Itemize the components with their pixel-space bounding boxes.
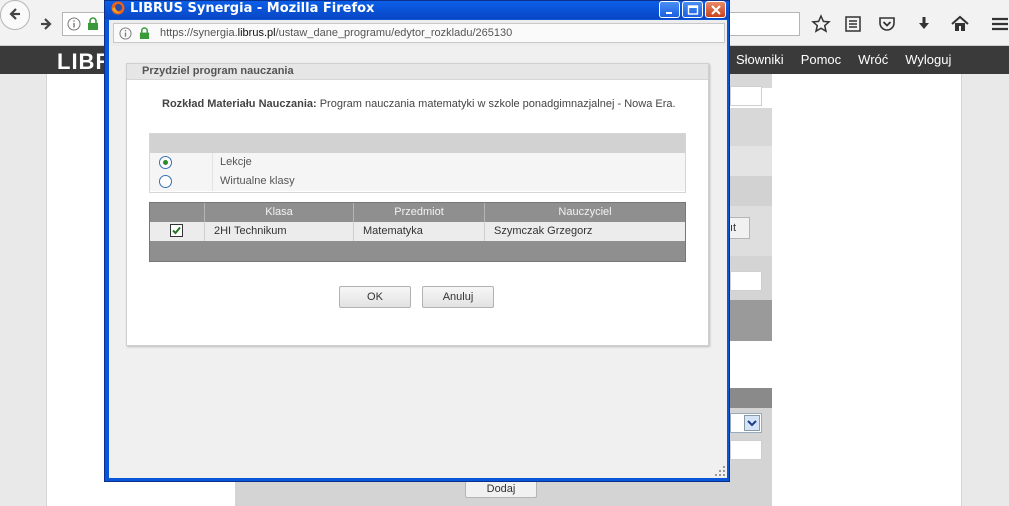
site-nav-links: Słowniki Pomoc Wróć Wyloguj [736,52,951,67]
radio-option-wirtualne-klasy[interactable]: Wirtualne klasy [150,172,685,191]
star-icon[interactable] [811,14,833,34]
maximize-icon [687,5,699,15]
radio-label: Wirtualne klasy [220,175,295,187]
bg-panel-strip [730,146,772,176]
table-row[interactable]: 2HI Technikum Matematyka Szymczak Grzego… [150,222,685,241]
nav-item-slowniki[interactable]: Słowniki [736,52,784,67]
cell-przedmiot: Matematyka [363,225,423,237]
bg-partial-button[interactable]: ıt [730,217,750,239]
nav-item-pomoc[interactable]: Pomoc [801,52,841,67]
arrow-left-icon [9,8,20,20]
download-icon[interactable] [914,14,936,34]
close-icon [711,5,721,15]
dialog-header: Przydziel program nauczania [127,64,708,80]
url-bar[interactable] [62,12,106,36]
popup-title: LIBRUS Synergia - Mozilla Firefox [130,1,375,16]
minimize-button[interactable] [659,1,680,18]
info-label: Rozkład Materiału Nauczania: [162,98,317,110]
dialog-info: Rozkład Materiału Nauczania: Program nau… [162,98,676,110]
ok-button[interactable]: OK [339,286,411,308]
back-button[interactable] [0,0,30,30]
bg-panel-strip [730,176,772,206]
assign-table: Klasa Przedmiot Nauczyciel 2HI Technikum… [149,202,686,262]
close-button[interactable] [705,1,726,18]
cell-nauczyciel: Szymczak Grzegorz [494,225,593,237]
forward-button[interactable] [38,10,60,38]
page-margin-right [962,74,1009,506]
nav-item-wyloguj[interactable]: Wyloguj [905,52,951,67]
table-header-select [150,203,204,222]
menu-icon[interactable] [990,14,1009,34]
lock-icon [88,17,98,30]
popup-url-row: https://synergia.librus.pl/ustaw_dane_pr… [109,20,727,46]
pocket-icon[interactable] [877,14,899,34]
radio-group-header [150,134,685,153]
mode-radio-group: Lekcje Wirtualne klasy [149,133,686,193]
checkmark-icon [172,226,181,235]
cell-klasa: 2HI Technikum [214,225,287,237]
popup-content: Przydziel program nauczania Rozkład Mate… [109,46,727,478]
table-header-przedmiot[interactable]: Przedmiot [354,203,484,222]
page-margin-left [0,74,46,506]
minimize-icon [666,12,672,14]
maximize-button[interactable] [682,1,703,18]
firefox-icon [111,1,125,15]
url-prefix: https://synergia. [160,27,238,39]
table-header-klasa[interactable]: Klasa [205,203,353,222]
popup-url-bar[interactable]: https://synergia.librus.pl/ustaw_dane_pr… [113,23,725,43]
bg-input-field[interactable] [730,86,762,106]
assign-program-dialog: Przydziel program nauczania Rozkład Mate… [126,63,709,346]
cancel-button[interactable]: Anuluj [422,286,494,308]
popup-titlebar[interactable]: LIBRUS Synergia - Mozilla Firefox [105,1,729,19]
page-border-right [961,74,962,506]
info-value: Program nauczania matematyki w szkole po… [319,98,676,110]
bg-panel-strip [730,300,772,341]
radio-button[interactable] [159,175,172,188]
radio-button-checked[interactable] [159,156,172,169]
page-border-left [46,74,47,506]
arrow-right-icon [41,18,52,30]
popup-url-text: https://synergia.librus.pl/ustaw_dane_pr… [160,27,512,39]
bg-input-field[interactable] [730,271,762,291]
row-checkbox[interactable] [170,224,183,237]
info-icon[interactable] [119,27,132,40]
url-domain: librus.pl [237,27,276,39]
lock-icon [139,27,150,39]
resize-grip-icon[interactable] [715,466,725,476]
popup-window: LIBRUS Synergia - Mozilla Firefox https:… [104,0,730,482]
radio-label: Lekcje [220,156,252,168]
bg-select[interactable] [730,413,762,433]
url-path: /ustaw_dane_programu/edytor_rozkladu/265… [275,27,513,39]
add-button[interactable]: Dodaj [465,480,537,498]
nav-item-wroc[interactable]: Wróć [858,52,888,67]
reader-list-icon[interactable] [843,14,865,34]
chevron-down-icon[interactable] [744,415,760,431]
home-icon[interactable] [950,14,972,34]
table-header-nauczyciel[interactable]: Nauczyciel [485,203,685,222]
dialog-title: Przydziel program nauczania [142,65,294,77]
radio-option-lekcje[interactable]: Lekcje [150,153,685,172]
search-bar[interactable] [730,12,800,36]
bg-panel-strip [730,108,772,146]
bg-input-field[interactable] [730,440,762,460]
info-icon [67,17,81,31]
